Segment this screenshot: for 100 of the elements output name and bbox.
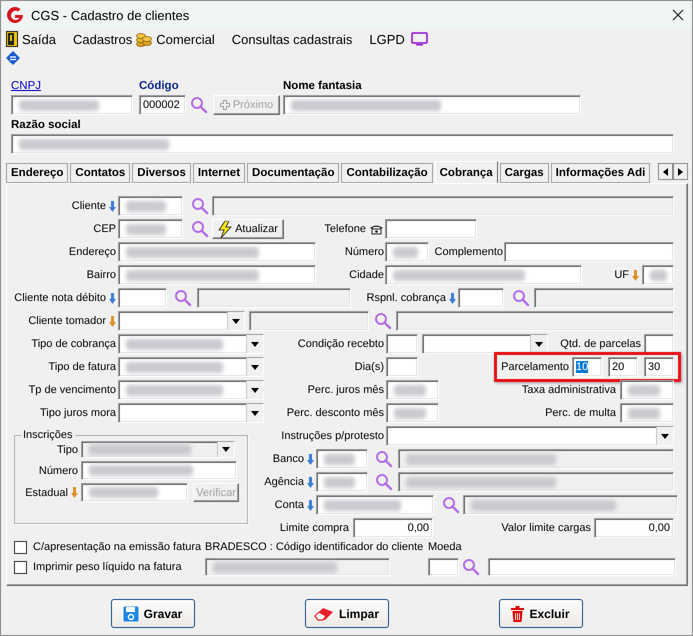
input-field[interactable]	[458, 288, 504, 308]
field-label: Nome fantasia	[283, 79, 362, 92]
input-field[interactable]	[642, 265, 674, 285]
dropdown-field[interactable]	[118, 334, 264, 354]
field-label: Número	[38, 464, 78, 476]
field-label: Moeda	[428, 541, 462, 553]
trash-icon	[511, 606, 524, 622]
cnpj-link[interactable]: CNPJ	[11, 78, 139, 92]
tab[interactable]: Internet	[192, 163, 246, 183]
tab[interactable]: Endereço	[6, 163, 68, 183]
blurred-value	[324, 454, 355, 464]
delete-button[interactable]: Excluir	[498, 599, 582, 628]
input-field[interactable]: 000002	[139, 95, 186, 115]
input-field[interactable]	[644, 334, 674, 354]
input-field[interactable]	[118, 265, 316, 285]
search-icon[interactable]	[174, 289, 192, 307]
diamond-icon[interactable]	[6, 51, 20, 65]
menu-item[interactable]: Saída	[6, 31, 56, 47]
checkbox-option[interactable]: C/apresentação na emissão fatura	[14, 539, 204, 555]
input-field[interactable]	[386, 334, 418, 354]
monitor-icon[interactable]	[410, 32, 428, 46]
checkbox[interactable]	[14, 560, 27, 574]
dropdown-field[interactable]	[118, 380, 264, 400]
input-field[interactable]	[620, 403, 674, 423]
search-icon[interactable]	[375, 450, 393, 468]
input-field[interactable]: 0,00	[353, 518, 433, 538]
input-field[interactable]	[488, 558, 676, 576]
field-label: Conta	[274, 499, 304, 511]
tab[interactable]: Diversos	[132, 163, 191, 183]
dropdown-button[interactable]	[530, 335, 547, 353]
search-icon[interactable]	[374, 312, 392, 330]
dropdown-button[interactable]	[246, 358, 263, 376]
input-field[interactable]: 0,00	[594, 518, 674, 538]
input-field[interactable]	[386, 357, 418, 377]
dropdown-field[interactable]	[118, 357, 264, 377]
dropdown-field[interactable]	[118, 403, 264, 423]
clear-button[interactable]: Limpar	[304, 599, 388, 628]
input-field[interactable]	[428, 558, 459, 576]
input-field[interactable]: 30	[644, 357, 674, 377]
input-field[interactable]	[81, 461, 237, 480]
menu-item[interactable]: Comercial	[136, 31, 215, 47]
tab[interactable]: Documentação	[247, 163, 340, 183]
input-field[interactable]: 20	[608, 357, 638, 377]
search-icon[interactable]	[190, 96, 208, 114]
input-field[interactable]	[385, 242, 429, 262]
input-field[interactable]	[81, 483, 188, 502]
scroll-left-button[interactable]	[658, 163, 673, 180]
input-field[interactable]	[386, 380, 439, 400]
blurred-value	[394, 408, 426, 418]
search-icon[interactable]	[191, 220, 209, 238]
dropdown-button[interactable]	[246, 381, 263, 399]
input-field[interactable]	[118, 288, 167, 308]
menu-item[interactable]: Cadastros	[72, 32, 132, 46]
input-field[interactable]	[316, 472, 368, 492]
tab[interactable]: Cobrança	[434, 161, 498, 183]
input-field[interactable]	[316, 449, 368, 469]
field-label: Tp de vencimento	[28, 384, 116, 396]
refresh-button[interactable]: Atualizar	[212, 219, 284, 239]
dropdown-field[interactable]	[422, 334, 548, 354]
input-field[interactable]	[11, 134, 674, 154]
dropdown-button[interactable]	[246, 335, 263, 353]
input-field[interactable]: 10	[572, 357, 602, 377]
input-field[interactable]	[620, 380, 674, 400]
input-field[interactable]	[11, 95, 133, 115]
dropdown-field[interactable]	[386, 426, 674, 446]
dropdown-button[interactable]	[246, 404, 263, 422]
dropdown-button[interactable]	[227, 312, 244, 330]
tab[interactable]: Informações Adi	[550, 163, 650, 183]
caret-icon	[251, 364, 259, 370]
search-icon[interactable]	[375, 473, 393, 491]
scroll-right-button[interactable]	[673, 163, 688, 180]
checkbox[interactable]	[14, 540, 27, 554]
field-label: Complemento	[434, 246, 503, 258]
field-label: Tipo de cobrança	[31, 338, 116, 350]
input-field[interactable]	[504, 242, 674, 262]
input-field[interactable]	[385, 265, 582, 285]
search-icon[interactable]	[462, 558, 480, 576]
input-field[interactable]	[118, 242, 316, 262]
search-icon[interactable]	[442, 496, 460, 514]
input-field[interactable]	[118, 196, 183, 216]
close-icon[interactable]	[672, 9, 684, 21]
save-button[interactable]: Gravar	[110, 599, 194, 628]
tab[interactable]: Cargas	[500, 163, 549, 183]
dropdown-field[interactable]	[118, 311, 245, 331]
field-label: Perc. juros mês	[308, 384, 384, 396]
input-field[interactable]	[283, 95, 581, 115]
dropdown-button[interactable]	[656, 427, 673, 445]
search-icon[interactable]	[191, 197, 209, 215]
search-icon[interactable]	[512, 289, 530, 307]
tab[interactable]: Contabilização	[341, 163, 433, 183]
input-field[interactable]	[118, 219, 183, 239]
input-field[interactable]	[316, 495, 434, 515]
menu-item[interactable]: Consultas cadastrais	[232, 32, 352, 46]
input-field[interactable]	[385, 219, 477, 239]
menu-item[interactable]: LGPD	[369, 32, 405, 46]
checkbox-option[interactable]: Imprimir peso líquido na fatura	[14, 558, 204, 576]
lightning-icon	[218, 220, 232, 238]
blurred-value	[324, 476, 355, 488]
tab[interactable]: Contatos	[70, 163, 130, 183]
input-field[interactable]	[386, 403, 439, 423]
